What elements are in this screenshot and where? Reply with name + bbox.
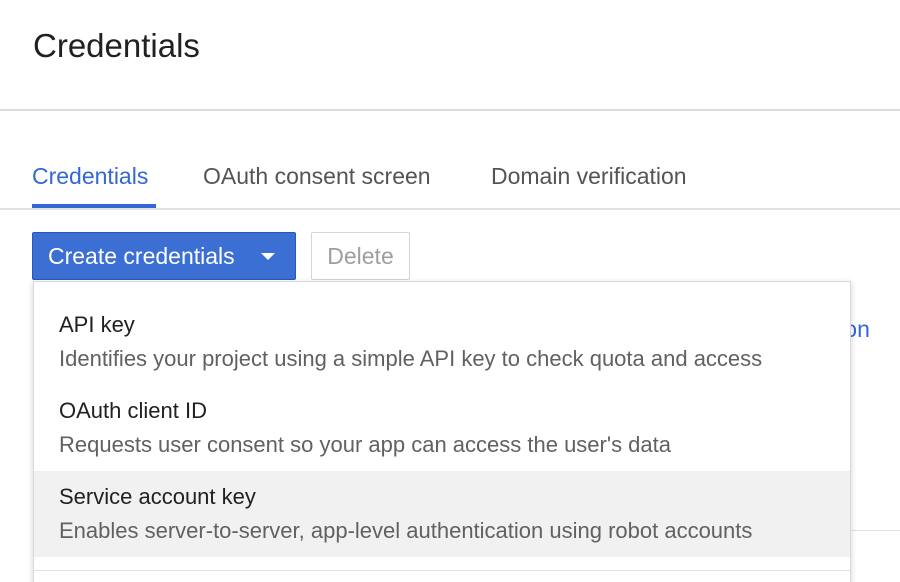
menu-item-title: OAuth client ID	[59, 398, 207, 423]
tab-bar: Credentials OAuth consent screen Domain …	[0, 150, 900, 210]
menu-item-service-account-key[interactable]: Service account key Enables server-to-se…	[34, 471, 850, 557]
tab-credentials[interactable]: Credentials	[32, 162, 148, 190]
tab-domain-verification[interactable]: Domain verification	[491, 162, 687, 190]
create-credentials-button[interactable]: Create credentials	[32, 232, 296, 280]
tabs-divider	[0, 208, 900, 210]
menu-item-title: Service account key	[59, 484, 256, 509]
menu-item-title: API key	[59, 312, 135, 337]
menu-divider	[34, 570, 850, 571]
delete-label: Delete	[327, 242, 394, 269]
tab-oauth-consent-screen[interactable]: OAuth consent screen	[203, 162, 431, 190]
header-divider	[0, 109, 900, 111]
menu-item-description: Enables server-to-server, app-level auth…	[59, 518, 753, 543]
menu-item-oauth-client-id[interactable]: OAuth client ID Requests user consent so…	[34, 368, 850, 457]
menu-item-api-key[interactable]: API key Identifies your project using a …	[34, 282, 850, 371]
page-title: Credentials	[33, 27, 200, 64]
credentials-page: Credentials Credentials OAuth consent sc…	[0, 0, 900, 582]
background-divider	[852, 530, 900, 531]
create-credentials-label: Create credentials	[48, 242, 235, 269]
delete-button[interactable]: Delete	[311, 232, 410, 280]
create-credentials-menu: API key Identifies your project using a …	[33, 281, 851, 582]
caret-down-icon	[261, 253, 275, 260]
menu-item-description: Requests user consent so your app can ac…	[59, 432, 671, 457]
